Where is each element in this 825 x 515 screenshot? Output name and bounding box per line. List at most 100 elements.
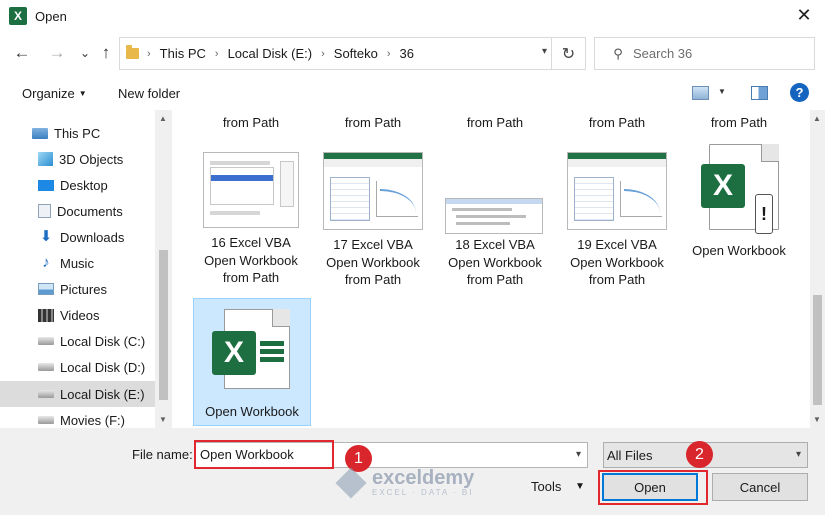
scroll-up-icon[interactable]: ▲	[159, 114, 167, 123]
breadcrumb-separator[interactable]: ›	[215, 48, 219, 60]
sidebar-item-local-disk-c[interactable]: Local Disk (C:)	[0, 328, 155, 354]
breadcrumb-separator[interactable]: ›	[387, 48, 391, 60]
sidebar-item-label: Movies (F:)	[60, 412, 125, 428]
file-label[interactable]: from Path	[192, 114, 310, 132]
sidebar-item-movies-f[interactable]: Movies (F:)	[0, 407, 155, 428]
command-bar: Organize ▼ New folder ▼ ?	[0, 78, 825, 110]
file-label: Open Workbook	[205, 404, 299, 419]
chevron-down-icon[interactable]: ▼	[718, 87, 726, 96]
breadcrumb-separator[interactable]: ›	[321, 48, 325, 60]
scrollbar-thumb[interactable]	[159, 250, 168, 400]
excel-logo: X	[212, 331, 256, 375]
file-label: from Path	[344, 272, 402, 287]
breadcrumb-softeko[interactable]: Softeko	[334, 46, 378, 61]
sidebar-item-label: Videos	[60, 307, 100, 323]
cancel-button[interactable]: Cancel	[712, 473, 808, 501]
drive-icon	[38, 416, 54, 424]
music-icon: ♪	[42, 254, 50, 271]
scroll-down-icon[interactable]: ▼	[159, 415, 167, 424]
sidebar-item-label: Downloads	[60, 229, 125, 245]
sidebar-item-local-disk-d[interactable]: Local Disk (D:)	[0, 354, 155, 380]
sidebar-item-label: This PC	[54, 125, 101, 141]
recent-locations-button[interactable]: ⌄	[74, 42, 96, 64]
file-thumbnail	[445, 198, 543, 234]
address-bar[interactable]: › This PC › Local Disk (E:) › Softeko › …	[119, 37, 586, 70]
file-label[interactable]: from Path	[680, 114, 798, 132]
search-input[interactable]: ⚲ Search 36	[594, 37, 815, 70]
sidebar-item-label: Desktop	[60, 177, 108, 193]
window-title: Open	[35, 8, 67, 24]
breadcrumb-36[interactable]: 36	[400, 46, 414, 61]
sidebar-item-videos[interactable]: Videos	[0, 302, 155, 328]
breadcrumb-this-pc[interactable]: This PC	[160, 46, 206, 61]
file-label: Open Workbook	[570, 254, 664, 270]
chevron-down-icon[interactable]: ▾	[796, 449, 801, 460]
up-button[interactable]: ↑	[95, 42, 117, 64]
step-badge-2: 2	[686, 441, 713, 468]
exceldemy-logo-icon	[335, 466, 367, 499]
sidebar-item-label: Local Disk (D:)	[60, 359, 146, 375]
file-thumbnail	[567, 152, 667, 230]
file-item-open-workbook-shortcut[interactable]: X ! Open Workbook	[680, 144, 798, 260]
file-label: from Path	[466, 272, 524, 287]
help-icon[interactable]: ?	[790, 83, 809, 102]
script-icon: !	[755, 194, 773, 234]
file-label[interactable]: from Path	[314, 114, 432, 132]
file-item-18[interactable]: 18 Excel VBA Open Workbook from Path	[436, 152, 554, 289]
sidebar-item-local-disk-e[interactable]: Local Disk (E:)	[0, 381, 155, 407]
file-label: Open Workbook	[692, 243, 786, 258]
file-item-17[interactable]: 17 Excel VBA Open Workbook from Path	[314, 152, 432, 289]
scroll-up-icon[interactable]: ▲	[813, 114, 821, 123]
sidebar-scrollbar[interactable]: ▲ ▼	[155, 110, 172, 428]
chevron-down-icon[interactable]: ▾	[576, 449, 581, 460]
sidebar-item-label: 3D Objects	[59, 151, 124, 167]
file-label: from Path	[222, 270, 280, 285]
refresh-button[interactable]: ↻	[551, 38, 585, 69]
breadcrumb-local-disk-e[interactable]: Local Disk (E:)	[228, 46, 313, 61]
close-button[interactable]: ✕	[793, 4, 815, 26]
scroll-down-icon[interactable]: ▼	[813, 415, 821, 424]
excel-icon: X	[9, 7, 27, 25]
file-label[interactable]: from Path	[558, 114, 676, 132]
sidebar-item-pictures[interactable]: Pictures	[0, 276, 155, 302]
navigation-bar: ← → ⌄ ↑ › This PC › Local Disk (E:) › So…	[0, 36, 825, 72]
documents-icon	[38, 204, 51, 218]
computer-icon	[32, 127, 48, 139]
highlight-box	[194, 440, 334, 469]
open-button[interactable]: Open	[602, 473, 698, 501]
file-item-16[interactable]: 16 Excel VBA Open Workbook from Path	[192, 152, 310, 287]
sidebar-item-3d-objects[interactable]: 3D Objects	[0, 146, 155, 172]
folder-icon	[126, 45, 139, 59]
sidebar-item-downloads[interactable]: ⬇ Downloads	[0, 224, 155, 250]
sidebar-item-desktop[interactable]: Desktop	[0, 172, 155, 198]
change-view-icon[interactable]	[692, 86, 709, 100]
file-label: 16 Excel VBA	[211, 235, 291, 250]
search-icon: ⚲	[613, 45, 623, 61]
preview-pane-icon[interactable]	[751, 86, 768, 100]
chevron-down-icon[interactable]: ▾	[542, 46, 547, 57]
back-button[interactable]: ←	[11, 42, 33, 64]
file-label: Open Workbook	[204, 252, 298, 268]
watermark: exceldemy EXCEL · DATA · BI	[335, 466, 474, 499]
sidebar-item-documents[interactable]: Documents	[0, 198, 155, 224]
title-bar: X Open ✕	[0, 0, 825, 32]
organize-button[interactable]: Organize ▼	[22, 86, 87, 101]
new-folder-button[interactable]: New folder	[118, 86, 180, 101]
forward-button[interactable]: →	[46, 42, 68, 64]
drive-icon	[38, 390, 54, 398]
file-thumbnail	[203, 152, 299, 228]
sidebar-item-music[interactable]: ♪ Music	[0, 250, 155, 276]
scrollbar-thumb[interactable]	[813, 295, 822, 405]
file-label: from Path	[588, 272, 646, 287]
chevron-down-icon[interactable]: ▼	[575, 481, 585, 492]
file-label: Open Workbook	[448, 254, 542, 270]
sidebar-item-this-pc[interactable]: This PC	[0, 120, 155, 146]
file-label[interactable]: from Path	[436, 114, 554, 132]
file-name-label: File name:	[132, 447, 193, 462]
sidebar-item-label: Documents	[57, 203, 123, 219]
file-item-19[interactable]: 19 Excel VBA Open Workbook from Path	[558, 152, 676, 289]
tools-button[interactable]: Tools	[531, 479, 561, 494]
file-list-scrollbar[interactable]: ▲ ▼	[810, 110, 825, 428]
file-item-open-workbook[interactable]: X Open Workbook	[193, 298, 311, 426]
cube-icon	[38, 152, 53, 166]
